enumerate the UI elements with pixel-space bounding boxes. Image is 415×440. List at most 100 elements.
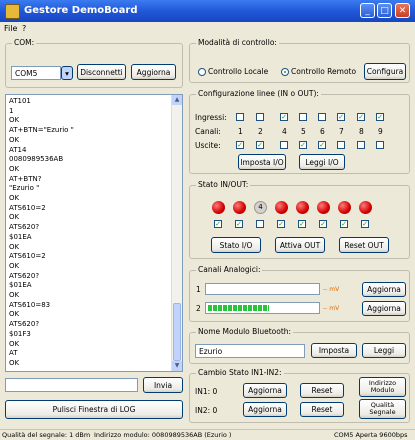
io-checkbox[interactable]: ✓ [298, 220, 306, 228]
output-checkbox-2[interactable]: ✓ [256, 141, 264, 149]
input-checkbox-1[interactable] [236, 113, 244, 121]
log-line: OK [9, 358, 20, 367]
led-on-icon [233, 201, 246, 214]
local-label: Controllo Locale [208, 67, 269, 76]
refresh-com-button[interactable]: Aggiorna [131, 64, 176, 80]
local-radio[interactable] [198, 68, 206, 76]
lines-config-label: Configurazione linee (IN o OUT): [196, 89, 321, 98]
send-button[interactable]: Invia [143, 377, 183, 393]
output-checkbox-1[interactable]: ✓ [236, 141, 244, 149]
channel-number: 9 [378, 127, 383, 136]
maximize-button[interactable]: □ [377, 3, 392, 18]
activate-out-button[interactable]: Attiva OUT [275, 237, 325, 253]
minimize-button[interactable]: _ [360, 3, 375, 18]
io-state-button[interactable]: Stato I/O [211, 237, 261, 253]
output-checkbox-4[interactable] [280, 141, 288, 149]
analog-ch2-readout: -- mV [323, 305, 340, 312]
log-line: AT101 [9, 97, 31, 105]
log-line: AT14 [9, 145, 27, 154]
log-line: "Ezurio " [9, 184, 40, 193]
set-io-button[interactable]: Imposta I/O [238, 154, 286, 170]
input-checkbox-8[interactable]: ✓ [357, 113, 365, 121]
com-port-value: COM5 [15, 69, 38, 78]
io-checkbox[interactable]: ✓ [277, 220, 285, 228]
output-checkbox-9[interactable] [376, 141, 384, 149]
analog-ch2-refresh-button[interactable]: Aggiorna [362, 301, 406, 316]
analog-ch1-bar [205, 283, 320, 295]
log-line: 1 [9, 106, 14, 115]
analog-ch1-readout: -- mV [323, 286, 340, 293]
io-checkbox[interactable] [256, 220, 264, 228]
log-window[interactable]: AT101 1 OK AT+BTN="Ezurio " OK AT14 0080989536… [5, 94, 183, 372]
in2-refresh-button[interactable]: Aggiorna [243, 402, 287, 417]
remote-radio[interactable] [281, 68, 289, 76]
bt-name-input[interactable]: Ezurio [195, 344, 305, 358]
output-checkbox-6[interactable]: ✓ [318, 141, 326, 149]
log-line: ATS610=83 [9, 300, 51, 309]
menu-file[interactable]: File [4, 24, 17, 33]
analog-ch1-refresh-button[interactable]: Aggiorna [362, 282, 406, 297]
bt-name-read-button[interactable]: Leggi [362, 343, 406, 358]
in1-reset-button[interactable]: Reset [300, 383, 344, 398]
log-line: OK [9, 164, 20, 173]
clear-log-button[interactable]: Pulisci Finestra di LOG [5, 400, 183, 419]
close-button[interactable]: ✕ [395, 3, 410, 18]
log-line: 0080989536AB [9, 155, 64, 164]
analog-label: Canali Analogici: [196, 265, 263, 274]
com-label: COM: [12, 38, 37, 47]
channel-number: 7 [339, 127, 344, 136]
led-off-icon: 4 [254, 201, 267, 214]
io-checkbox[interactable]: ✓ [235, 220, 243, 228]
channel-number: 5 [301, 127, 306, 136]
in2-reset-button[interactable]: Reset [300, 402, 344, 417]
log-line: ATS620? [9, 223, 40, 232]
status-address: Indirizzo modulo: 0080989536AB (Ezurio ) [94, 431, 232, 439]
module-address-button[interactable]: Indirizzo Modulo [359, 377, 406, 397]
disconnect-button[interactable]: Disconnetti [77, 64, 126, 80]
io-checkbox[interactable]: ✓ [340, 220, 348, 228]
input-checkbox-6[interactable] [318, 113, 326, 121]
send-input[interactable] [5, 378, 138, 392]
input-checkbox-2[interactable] [256, 113, 264, 121]
configure-button[interactable]: Configura [364, 63, 406, 80]
led-on-icon [212, 201, 225, 214]
io-checkbox[interactable]: ✓ [361, 220, 369, 228]
output-checkbox-7[interactable] [337, 141, 345, 149]
log-line: AT [9, 349, 18, 358]
in1-refresh-button[interactable]: Aggiorna [243, 383, 287, 398]
channel-number: 6 [320, 127, 325, 136]
com-port-select[interactable]: COM5 [11, 66, 61, 80]
scroll-up-icon[interactable]: ▲ [172, 95, 182, 105]
scroll-thumb[interactable] [173, 303, 181, 361]
channels-row-label: Canali: [195, 127, 221, 136]
analog-ch1-label: 1 [196, 285, 201, 294]
log-line: ATS620? [9, 320, 40, 329]
status-signal: Qualità del segnale: 1 dBm [2, 431, 91, 439]
output-checkbox-5[interactable]: ✓ [299, 141, 307, 149]
status-port: COM5 Aperta 9600bps [334, 431, 408, 439]
log-line: AT+BTN="Ezurio " [9, 126, 74, 135]
chevron-down-icon[interactable]: ▾ [61, 66, 73, 80]
menu-bar: File ? [0, 22, 415, 36]
input-checkbox-5[interactable] [299, 113, 307, 121]
read-io-button[interactable]: Leggi I/O [299, 154, 345, 170]
channel-number: 8 [359, 127, 364, 136]
analog-ch2-bar [205, 302, 320, 314]
io-checkbox[interactable]: ✓ [214, 220, 222, 228]
log-scrollbar[interactable]: ▲ ▼ [171, 95, 182, 371]
log-line: ATS620? [9, 271, 40, 280]
input-checkbox-9[interactable]: ✓ [376, 113, 384, 121]
status-bar: Qualità del segnale: 1 dBm Indirizzo mod… [0, 429, 415, 440]
log-line: OK [9, 310, 20, 319]
bt-name-set-button[interactable]: Imposta [311, 343, 357, 358]
window-title: Gestore DemoBoard [24, 5, 138, 16]
reset-out-button[interactable]: Reset OUT [339, 237, 389, 253]
output-checkbox-8[interactable] [357, 141, 365, 149]
io-checkbox[interactable]: ✓ [319, 220, 327, 228]
signal-quality-button[interactable]: Qualità Segnale [359, 399, 406, 419]
input-checkbox-7[interactable]: ✓ [337, 113, 345, 121]
menu-help[interactable]: ? [22, 24, 26, 33]
io-state-label: Stato IN/OUT: [196, 180, 251, 189]
scroll-down-icon[interactable]: ▼ [172, 361, 182, 371]
input-checkbox-4[interactable]: ✓ [280, 113, 288, 121]
